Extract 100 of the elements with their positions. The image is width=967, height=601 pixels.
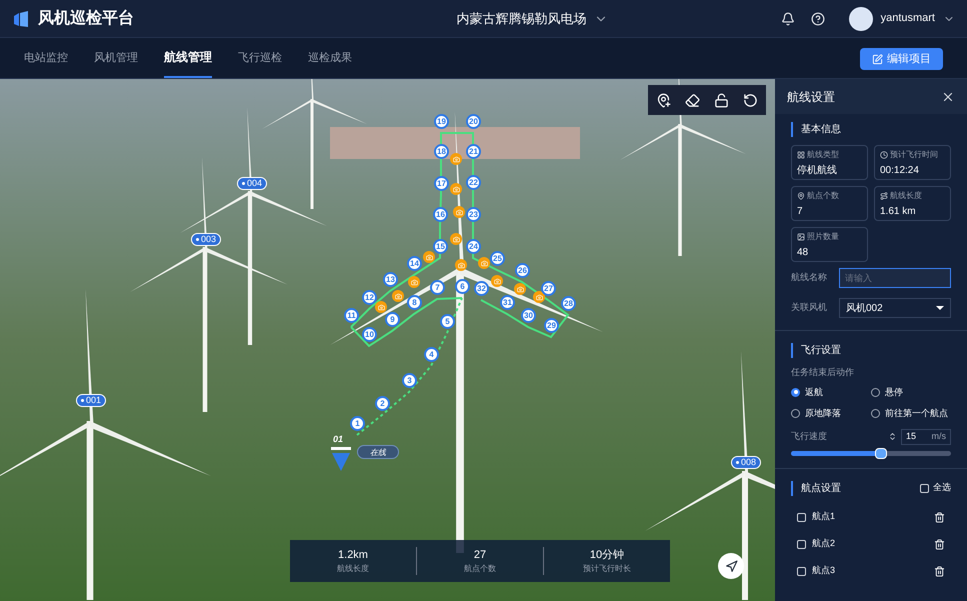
waypoint-marker[interactable]: 19 (434, 114, 449, 129)
turbine-tag[interactable]: 003 (191, 233, 222, 246)
app-title: 风机巡检平台 (38, 8, 134, 28)
checkbox-icon[interactable] (797, 566, 806, 576)
camera-marker-icon[interactable] (408, 276, 420, 288)
turbine-tag[interactable]: 004 (237, 177, 268, 190)
camera-marker-icon[interactable] (450, 183, 462, 195)
field-label: 航线名称 (791, 271, 828, 284)
turbine-id: 004 (247, 177, 262, 190)
radio-icon[interactable] (871, 409, 880, 418)
camera-marker-icon[interactable] (514, 283, 526, 295)
waypoint-marker[interactable]: 29 (544, 318, 559, 333)
waypoint-marker[interactable]: 20 (466, 114, 481, 129)
waypoint-marker[interactable]: 32 (474, 281, 489, 296)
waypoint-marker[interactable]: 2 (375, 396, 390, 411)
waypoint-checkbox[interactable]: 航点2 (797, 537, 836, 551)
nav-tab[interactable]: 飞行巡检 (238, 50, 282, 78)
radio-option[interactable]: 前往第一个航点 (871, 407, 951, 420)
speed-input[interactable]: 15 m/s (901, 428, 951, 444)
user-name[interactable]: yantusmart (880, 10, 935, 27)
camera-marker-icon[interactable] (392, 290, 404, 302)
waypoint-marker[interactable]: 30 (521, 308, 536, 323)
turbine-select[interactable]: 风机002 (839, 298, 951, 318)
waypoint-marker[interactable]: 7 (430, 280, 445, 295)
radio-option[interactable]: 悬停 (871, 386, 951, 399)
stat-value: 27 (474, 548, 486, 563)
waypoint-marker[interactable]: 10 (362, 327, 377, 342)
add-pin-icon[interactable] (656, 92, 671, 108)
route-name-input[interactable]: 请输入 (839, 268, 951, 288)
camera-marker-icon[interactable] (375, 301, 387, 313)
info-value: 1.61 km (880, 205, 917, 219)
edit-project-button[interactable]: 编辑项目 (860, 48, 943, 70)
drone-marker-icon[interactable] (329, 445, 353, 473)
info-value: 停机航线 (797, 164, 838, 178)
undo-icon[interactable] (743, 92, 758, 108)
radio-option[interactable]: 返航 (791, 386, 871, 399)
delete-icon[interactable] (934, 512, 945, 522)
radio-icon[interactable] (871, 388, 880, 397)
camera-marker-icon[interactable] (453, 206, 465, 218)
nav-tab[interactable]: 风机管理 (94, 50, 138, 78)
camera-marker-icon[interactable] (455, 259, 467, 271)
waypoint-marker[interactable]: 3 (402, 373, 417, 388)
waypoint-marker[interactable]: 4 (424, 347, 439, 362)
site-name: 内蒙古辉腾锡勒风电场 (456, 10, 586, 28)
waypoint-marker[interactable]: 27 (541, 281, 556, 296)
camera-marker-icon[interactable] (533, 291, 545, 303)
checkbox-icon[interactable] (797, 512, 806, 522)
checkbox-icon[interactable] (797, 540, 806, 548)
nav-tab[interactable]: 电站监控 (24, 50, 68, 78)
camera-marker-icon[interactable] (423, 251, 435, 263)
radio-icon[interactable] (791, 409, 800, 418)
waypoint-checkbox[interactable]: 航点3 (797, 564, 836, 578)
section-heading: 航点设置 (791, 480, 841, 496)
waypoint-marker[interactable]: 22 (466, 175, 481, 190)
delete-icon[interactable] (934, 566, 945, 576)
section-heading: 基本信息 (791, 122, 951, 137)
waypoint-marker[interactable]: 28 (561, 296, 576, 311)
waypoint-marker[interactable]: 14 (407, 256, 422, 271)
waypoint-checkbox[interactable]: 航点1 (797, 510, 836, 524)
info-value: 48 (797, 246, 810, 260)
camera-marker-icon[interactable] (491, 275, 503, 287)
radio-icon[interactable] (791, 388, 800, 397)
stepper-icon[interactable] (888, 432, 897, 441)
waypoint-marker[interactable]: 12 (362, 290, 377, 305)
waypoint-marker[interactable]: 31 (500, 295, 515, 310)
compass-icon[interactable] (718, 553, 744, 579)
camera-marker-icon[interactable] (450, 233, 462, 245)
slider-thumb[interactable] (874, 448, 887, 458)
waypoint-marker[interactable]: 24 (466, 239, 481, 254)
waypoint-marker[interactable]: 26 (515, 263, 530, 278)
waypoint-marker[interactable]: 8 (407, 295, 422, 310)
avatar[interactable] (848, 6, 873, 30)
camera-marker-icon[interactable] (478, 257, 490, 269)
waypoint-marker[interactable]: 11 (344, 308, 359, 323)
nav-tab[interactable]: 巡检成果 (308, 50, 352, 78)
info-label: 照片数量 (807, 231, 839, 243)
waypoint-marker[interactable]: 9 (385, 312, 400, 327)
turbine-tag[interactable]: 001 (76, 394, 106, 407)
turbine-tag[interactable]: 008 (731, 456, 762, 469)
waypoint-marker[interactable]: 1 (350, 416, 365, 431)
waypoint-marker[interactable]: 5 (440, 314, 455, 329)
info-value: 00:12:24 (880, 164, 920, 178)
waypoint-marker[interactable]: 15 (433, 239, 448, 254)
unlock-icon[interactable] (714, 92, 729, 108)
help-icon[interactable] (810, 12, 825, 26)
waypoint-marker[interactable]: 6 (455, 279, 470, 294)
drone-id: 01 (333, 433, 344, 446)
waypoint-marker[interactable]: 16 (433, 207, 448, 222)
waypoint-marker[interactable]: 13 (383, 272, 398, 287)
checkbox-icon[interactable] (920, 484, 929, 492)
delete-icon[interactable] (934, 538, 945, 550)
info-icon (797, 151, 805, 159)
waypoint-marker[interactable]: 25 (490, 251, 505, 266)
radio-option[interactable]: 原地降落 (791, 407, 871, 420)
eraser-icon[interactable] (685, 92, 700, 108)
waypoint-marker[interactable]: 23 (466, 207, 481, 222)
select-all-checkbox[interactable]: 全选 (920, 481, 951, 495)
waypoint-marker[interactable]: 17 (434, 176, 449, 191)
camera-marker-icon[interactable] (450, 153, 462, 165)
notification-icon[interactable] (780, 12, 795, 26)
